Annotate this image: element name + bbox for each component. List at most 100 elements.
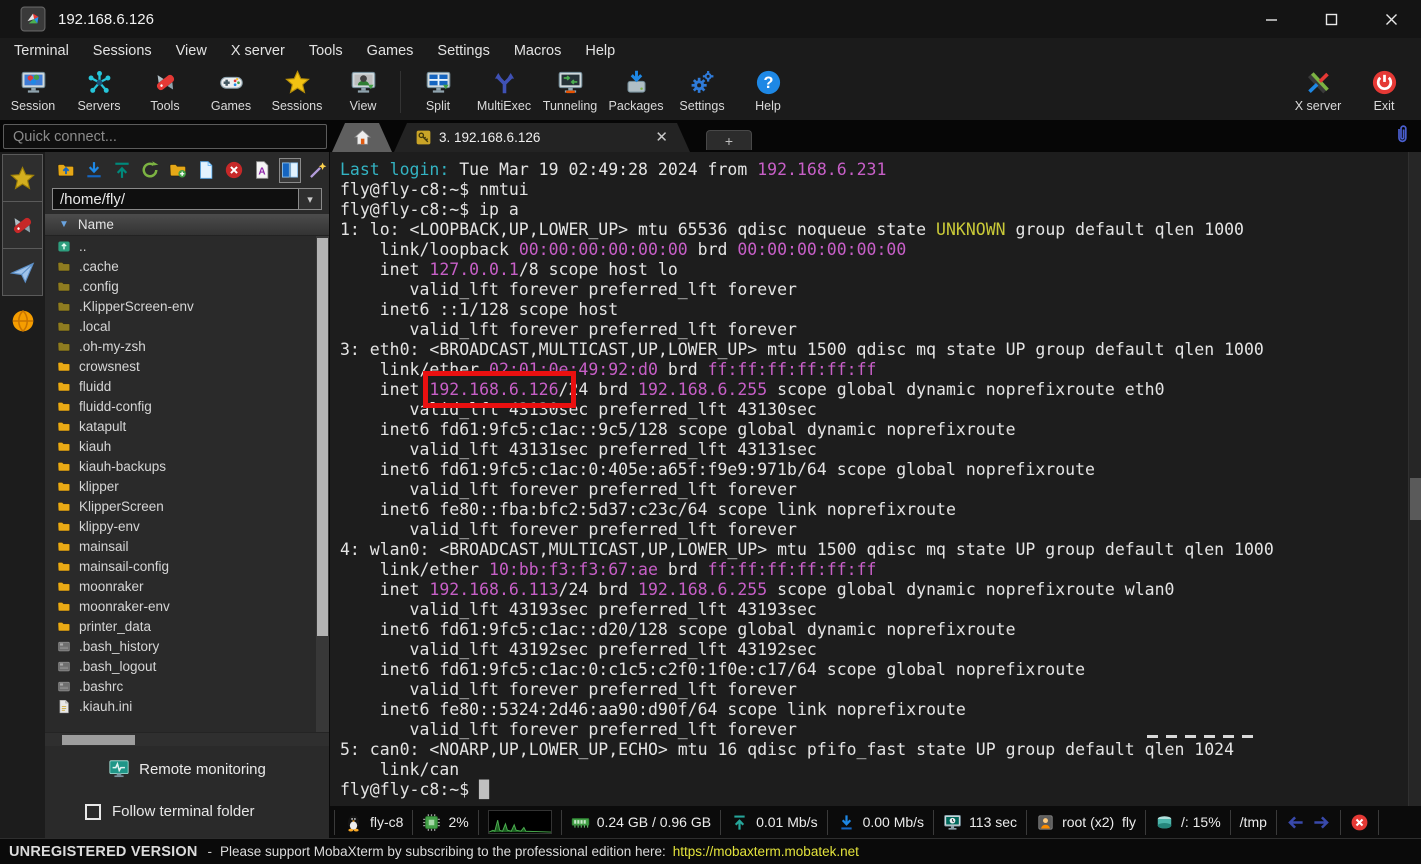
strip-globe-tab[interactable] xyxy=(10,308,36,334)
tab-active-session[interactable]: 3. 192.168.6.126 ✕ xyxy=(394,123,690,152)
menu-macros[interactable]: Macros xyxy=(502,40,574,62)
file-list-horizontal-scrollbar[interactable] xyxy=(45,732,329,746)
new-file-button[interactable] xyxy=(195,158,217,183)
file-row[interactable]: .bashrc xyxy=(45,676,316,696)
scrollbar-thumb[interactable] xyxy=(1410,478,1421,520)
file-row[interactable]: printer_data xyxy=(45,616,316,636)
footer-message: Please support MobaXterm by subscribing … xyxy=(220,844,666,859)
wand-button[interactable] xyxy=(307,158,329,183)
file-row[interactable]: .kiauh.ini xyxy=(45,696,316,716)
refresh-button[interactable] xyxy=(139,158,161,183)
file-list: ...cache.config.KlipperScreen-env.local.… xyxy=(45,236,316,746)
window-title: 192.168.6.126 xyxy=(58,11,154,28)
strip-knife-tab[interactable] xyxy=(2,201,43,249)
status-nav-left[interactable] xyxy=(1277,810,1341,835)
toolbar-multiexec-button[interactable]: MultiExec xyxy=(471,69,537,113)
unregistered-label: UNREGISTERED VERSION xyxy=(9,844,198,860)
toolbar-left: SessionServersToolsGamesSessionsViewSpli… xyxy=(0,69,801,113)
toolbar-sessions-button[interactable]: Sessions xyxy=(264,69,330,113)
terminal-scrollbar[interactable] xyxy=(1408,152,1421,806)
toolbar-tools-button[interactable]: Tools xyxy=(132,69,198,113)
path-dropdown-button[interactable]: ▾ xyxy=(299,188,322,210)
folder-hidden-icon xyxy=(56,259,72,274)
new-tab-button[interactable]: + xyxy=(706,130,752,150)
file-row[interactable]: moonraker-env xyxy=(45,596,316,616)
file-name: .kiauh.ini xyxy=(79,699,132,714)
folder-icon xyxy=(56,359,72,374)
settings-icon xyxy=(689,69,716,96)
close-button[interactable] xyxy=(1361,0,1421,38)
file-row[interactable]: fluidd-config xyxy=(45,396,316,416)
menu-view[interactable]: View xyxy=(164,40,219,62)
tab-close-icon[interactable]: ✕ xyxy=(655,130,668,145)
delete-button[interactable] xyxy=(223,158,245,183)
toolbar-tunneling-button[interactable]: Tunneling xyxy=(537,69,603,113)
file-row[interactable]: .oh-my-zsh xyxy=(45,336,316,356)
menu-terminal[interactable]: Terminal xyxy=(2,40,81,62)
file-list-vertical-scrollbar[interactable] xyxy=(316,236,329,732)
toolbar-view-button[interactable]: View xyxy=(330,69,396,113)
menu-help[interactable]: Help xyxy=(573,40,627,62)
file-row[interactable]: mainsail-config xyxy=(45,556,316,576)
file-list-header[interactable]: ▼ Name xyxy=(45,214,329,236)
toolbar-session-button[interactable]: Session xyxy=(0,69,66,113)
upload-button[interactable] xyxy=(111,158,133,183)
file-row[interactable]: .local xyxy=(45,316,316,336)
footer-link[interactable]: https://mobaxterm.mobatek.net xyxy=(673,844,859,859)
quick-connect-input[interactable] xyxy=(3,124,327,149)
file-row[interactable]: mainsail xyxy=(45,536,316,556)
menu-x-server[interactable]: X server xyxy=(219,40,297,62)
file-row[interactable]: .cache xyxy=(45,256,316,276)
file-row[interactable]: crowsnest xyxy=(45,356,316,376)
file-name: kiauh-backups xyxy=(79,459,166,474)
selection-artifact xyxy=(1147,735,1259,738)
toolbar-exit-button[interactable]: Exit xyxy=(1351,69,1417,113)
file-row[interactable]: klipper xyxy=(45,476,316,496)
toolbar-servers-button[interactable]: Servers xyxy=(66,69,132,113)
rename-button[interactable]: A xyxy=(251,158,273,183)
new-folder-button[interactable] xyxy=(167,158,189,183)
file-row[interactable]: .bash_logout xyxy=(45,656,316,676)
minimize-button[interactable] xyxy=(1241,0,1301,38)
toolbar-x-server-button[interactable]: X server xyxy=(1285,69,1351,113)
menu-sessions[interactable]: Sessions xyxy=(81,40,164,62)
status-2-: 2% xyxy=(413,810,478,835)
file-row[interactable]: katapult xyxy=(45,416,316,436)
follow-terminal-folder-row[interactable]: Follow terminal folder xyxy=(45,803,329,820)
follow-terminal-folder-checkbox[interactable] xyxy=(85,804,101,820)
toolbar-help-button[interactable]: ?Help xyxy=(735,69,801,113)
toolbar-games-button[interactable]: Games xyxy=(198,69,264,113)
strip-star-tab[interactable] xyxy=(2,154,43,202)
scrollbar-thumb[interactable] xyxy=(62,735,135,745)
menu-games[interactable]: Games xyxy=(355,40,426,62)
file-row[interactable]: .config xyxy=(45,276,316,296)
file-row[interactable]: .. xyxy=(45,236,316,256)
scrollbar-thumb[interactable] xyxy=(317,238,328,636)
split-view-button[interactable] xyxy=(279,158,301,183)
menu-settings[interactable]: Settings xyxy=(425,40,501,62)
parent-folder-button[interactable] xyxy=(55,158,77,183)
file-row[interactable]: kiauh-backups xyxy=(45,456,316,476)
tab-home[interactable] xyxy=(332,123,392,152)
file-row[interactable]: KlipperScreen xyxy=(45,496,316,516)
menu-tools[interactable]: Tools xyxy=(297,40,355,62)
status-close-circle[interactable] xyxy=(1341,810,1379,835)
file-name: mainsail xyxy=(79,539,129,554)
file-row[interactable]: fluidd xyxy=(45,376,316,396)
file-name: fluidd xyxy=(79,379,111,394)
terminal[interactable]: Last login: Tue Mar 19 02:49:28 2024 fro… xyxy=(330,152,1421,806)
download-button[interactable] xyxy=(83,158,105,183)
strip-paperplane-tab[interactable] xyxy=(2,248,43,296)
toolbar-split-button[interactable]: Split xyxy=(405,69,471,113)
remote-monitoring-button[interactable]: Remote monitoring xyxy=(45,758,329,780)
path-input[interactable] xyxy=(52,188,299,210)
file-row[interactable]: .KlipperScreen-env xyxy=(45,296,316,316)
toolbar-settings-button[interactable]: Settings xyxy=(669,69,735,113)
file-row[interactable]: klippy-env xyxy=(45,516,316,536)
maximize-button[interactable] xyxy=(1301,0,1361,38)
file-row[interactable]: .bash_history xyxy=(45,636,316,656)
file-row[interactable]: moonraker xyxy=(45,576,316,596)
file-row[interactable]: kiauh xyxy=(45,436,316,456)
paperclip-icon[interactable] xyxy=(1393,124,1411,149)
toolbar-packages-button[interactable]: Packages xyxy=(603,69,669,113)
